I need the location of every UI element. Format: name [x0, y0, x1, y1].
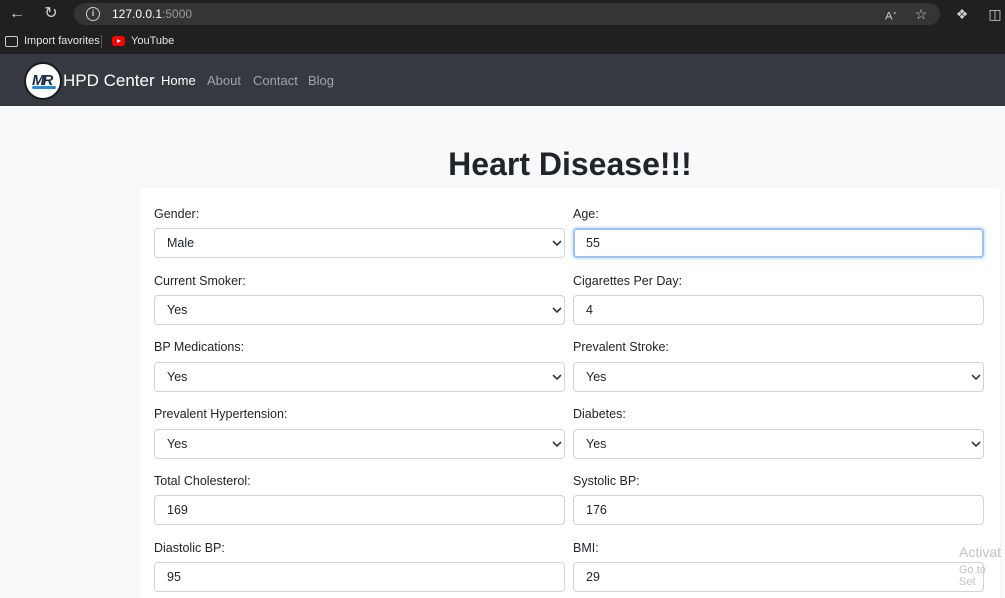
reload-icon[interactable]: ↻	[40, 4, 62, 24]
systolic-bp-input[interactable]: 176	[573, 495, 984, 525]
chevron-down-icon	[552, 240, 562, 247]
page-title: Heart Disease!!!	[448, 146, 692, 182]
site-info-icon[interactable]: i	[86, 7, 100, 21]
diabetes-select[interactable]: Yes	[573, 429, 984, 459]
nav-about[interactable]: About	[207, 73, 241, 88]
youtube-icon	[112, 36, 125, 46]
label-current-smoker: Current Smoker:	[154, 274, 246, 288]
chevron-down-icon	[552, 307, 562, 314]
diastolic-bp-input[interactable]: 95	[154, 562, 565, 592]
label-bp-medications: BP Medications:	[154, 340, 245, 354]
label-cigarettes-per-day: Cigarettes Per Day:	[573, 274, 683, 288]
label-age: Age:	[573, 207, 599, 221]
extensions-icon[interactable]: ❖	[951, 4, 973, 24]
label-gender: Gender:	[154, 207, 200, 221]
current-smoker-select[interactable]: Yes	[154, 295, 565, 325]
total-cholesterol-value: 169	[167, 503, 188, 517]
logo-swoosh	[32, 86, 56, 89]
gender-select[interactable]: Male	[154, 228, 565, 258]
total-cholesterol-input[interactable]: 169	[154, 495, 565, 525]
label-diabetes: Diabetes:	[573, 407, 626, 421]
prevalent-stroke-select[interactable]: Yes	[573, 362, 984, 392]
bookmark-label: YouTube	[131, 35, 175, 47]
form-card: Gender: Male Age: 55 Current Smoker: Yes…	[139, 188, 1000, 598]
brand-name[interactable]: HPD Center	[63, 71, 155, 91]
label-diastolic-bp: Diastolic BP:	[154, 541, 225, 555]
age-input[interactable]: 55	[573, 228, 984, 258]
read-aloud-icon[interactable]: A∘	[880, 4, 902, 27]
label-total-cholesterol: Total Cholesterol:	[154, 474, 251, 488]
import-icon	[5, 35, 18, 47]
prevalent-stroke-value: Yes	[586, 370, 607, 384]
site-navbar: MR HPD Center Home About Contact Blog	[0, 54, 1005, 106]
label-prevalent-hypertension: Prevalent Hypertension:	[154, 407, 288, 421]
activation-watermark-title: Activat	[959, 544, 1002, 560]
systolic-bp-value: 176	[586, 503, 607, 517]
prevalent-hypertension-select[interactable]: Yes	[154, 429, 565, 459]
chevron-down-icon	[552, 441, 562, 448]
address-bar[interactable]: i 127.0.0.1:5000	[74, 3, 940, 25]
current-smoker-value: Yes	[167, 303, 188, 317]
bookmark-label: Import favorites	[24, 35, 100, 47]
logo[interactable]: MR	[24, 62, 62, 100]
diastolic-bp-value: 95	[167, 570, 181, 584]
nav-blog[interactable]: Blog	[308, 73, 334, 88]
prevalent-hypertension-value: Yes	[167, 437, 188, 451]
bookmark-import-favorites[interactable]: Import favorites	[5, 33, 100, 49]
split-screen-icon[interactable]: ◫	[984, 4, 1005, 24]
bookmark-divider	[101, 35, 102, 48]
bmi-value: 29	[586, 570, 600, 584]
bookmarks-bar: Import favorites YouTube	[0, 28, 1005, 54]
label-bmi: BMI:	[573, 541, 599, 555]
bmi-input[interactable]: 29	[573, 562, 984, 592]
favorite-star-icon[interactable]: ☆	[910, 4, 932, 24]
chevron-down-icon	[971, 374, 981, 381]
gender-value: Male	[167, 236, 195, 250]
url-text[interactable]: 127.0.0.1:5000	[112, 7, 192, 21]
nav-contact[interactable]: Contact	[253, 73, 298, 88]
back-arrow-icon[interactable]: ←	[6, 4, 28, 24]
diabetes-value: Yes	[586, 437, 607, 451]
label-systolic-bp: Systolic BP:	[573, 474, 640, 488]
bp-medications-select[interactable]: Yes	[154, 362, 565, 392]
cigarettes-per-day-input[interactable]: 4	[573, 295, 984, 325]
browser-toolbar: ← ↻ i 127.0.0.1:5000 A∘ ☆ ❖ ◫	[0, 0, 1005, 28]
cigarettes-per-day-value: 4	[586, 303, 593, 317]
bookmark-youtube[interactable]: YouTube	[112, 33, 174, 49]
age-value: 55	[586, 236, 600, 250]
chevron-down-icon	[552, 374, 562, 381]
bp-medications-value: Yes	[167, 370, 188, 384]
activation-watermark-subtitle: Go to Set	[959, 564, 986, 588]
nav-home[interactable]: Home	[161, 73, 196, 88]
chevron-down-icon	[971, 441, 981, 448]
label-prevalent-stroke: Prevalent Stroke:	[573, 340, 669, 354]
